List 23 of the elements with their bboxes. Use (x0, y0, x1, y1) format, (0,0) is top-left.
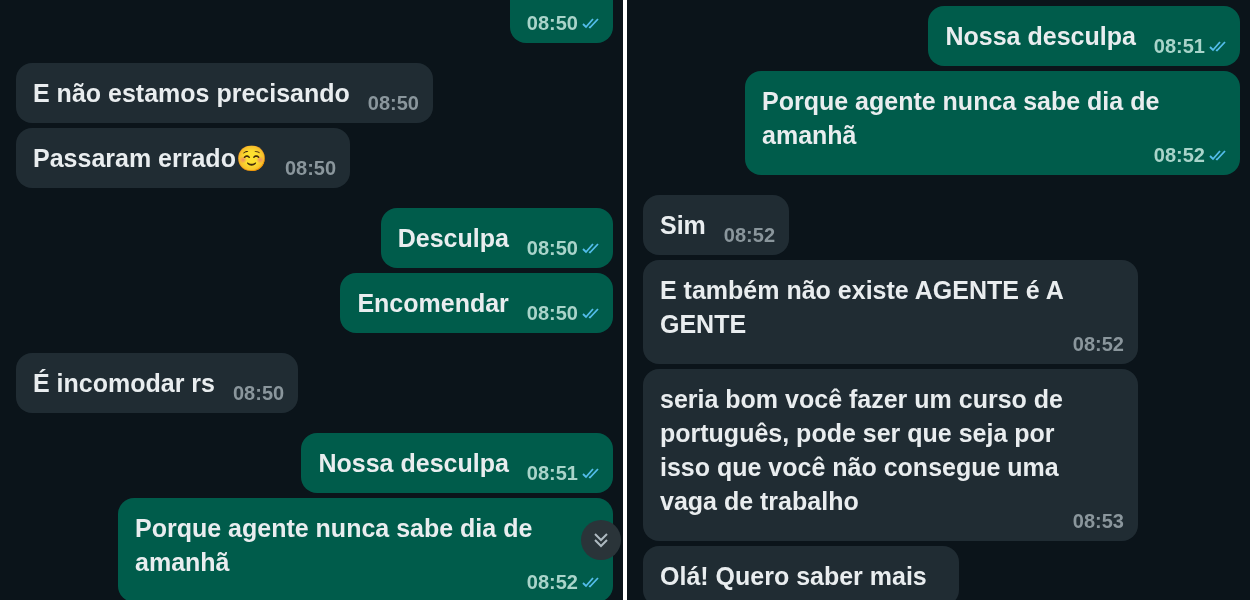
message-text: E também não existe AGENTE é A GENTE (660, 275, 1064, 340)
message-time: 08:52 (723, 223, 775, 248)
message-time: 08:50 (367, 91, 419, 116)
message-text: Encomendar (357, 288, 509, 319)
message-time: 08:51 (1153, 34, 1205, 59)
double-chevron-down-icon (592, 531, 610, 549)
message-time: 08:52 (1072, 332, 1124, 357)
message-text: seria bom você fazer um curso de português, pode ser que seja por isso que você não consegue uma vaga de trabalho (660, 384, 1064, 517)
message-time: 08:50 (233, 381, 285, 406)
message-text: Nossa desculpa (945, 21, 1136, 52)
message-text: Nossa desculpa (318, 448, 509, 479)
message-text: Desculpa (397, 223, 509, 254)
message-time: 08:50 (284, 156, 337, 181)
message-text: Passaram errado☺ (33, 143, 267, 174)
message-time: 08:51 (526, 461, 578, 486)
message-time: 08:50 (526, 11, 578, 36)
message-time: 08:50 (526, 236, 578, 261)
message-text: Sim (660, 210, 706, 241)
message-time: 08:50 (526, 301, 578, 326)
message-text: E não estamos precisando (33, 78, 350, 109)
message-text: Olá! Quero saber mais (660, 561, 927, 592)
message-time: 08:53 (1072, 509, 1124, 534)
message-text: É incomodar rs (33, 368, 215, 399)
